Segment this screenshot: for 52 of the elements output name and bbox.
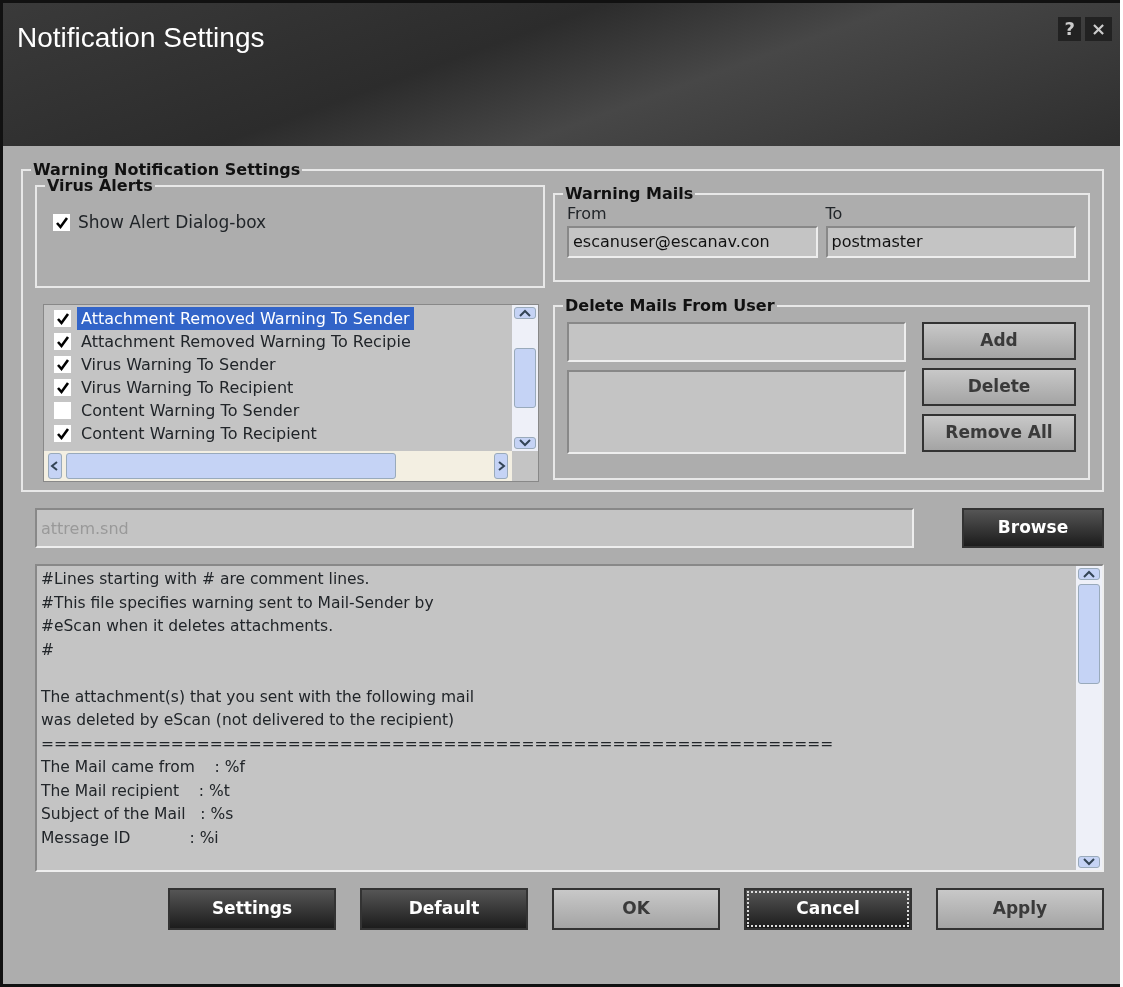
close-button[interactable]: × [1084,17,1112,41]
field-label: To [825,203,844,225]
checkbox[interactable] [54,402,71,419]
checkbox[interactable] [53,214,70,232]
button[interactable]: Default [360,888,528,930]
text-line: The attachment(s) that you sent with the following mail [41,686,476,708]
group-title: Delete Mails From User [564,298,776,314]
list-item[interactable]: Virus Warning To Sender [77,353,280,376]
checkbox[interactable] [54,310,71,327]
button[interactable]: Cancel [744,888,912,930]
user-list[interactable] [567,370,906,454]
text-line: ============================================================= [41,733,835,755]
scroll-down-icon[interactable] [514,437,536,449]
text-line: The Mail came from : %f [41,757,247,778]
list-item[interactable]: Attachment Removed Warning To Sender [77,307,414,330]
group-title: Virus Alerts [47,178,154,194]
from-field[interactable]: escanuser@escanav.con [567,226,818,258]
scroll-left-icon[interactable] [48,453,62,479]
text-line: #eScan when it deletes attachments. [41,616,335,637]
text-line: # [41,639,55,661]
text-line: Subject of the Mail : %s [41,804,235,825]
list-item[interactable]: Attachment Removed Warning To Recipie [77,330,415,353]
text-line: Message ID : %i [41,827,220,849]
text-line: was deleted by eScan (not delivered to the recipient) [41,710,456,731]
text-line: #This file specifies warning sent to Mail-Sender by [41,592,435,614]
scroll-thumb[interactable] [514,348,536,408]
group-title: Warning Notification Settings [32,162,302,178]
list-item[interactable]: Content Warning To Sender [77,399,304,422]
scroll-up-icon[interactable] [1078,568,1100,580]
scroll-up-icon[interactable] [514,307,536,319]
scroll-thumb[interactable] [1078,584,1100,684]
field-label: From [567,203,608,225]
checkbox[interactable] [54,333,71,350]
user-field[interactable] [567,322,906,362]
scroll-down-icon[interactable] [1078,856,1100,868]
checkbox[interactable] [54,356,71,373]
text-line: The Mail recipient : %t [41,780,231,802]
list-item[interactable]: Content Warning To Recipient [77,422,321,445]
list-item[interactable]: Virus Warning To Recipient [77,376,298,399]
checkbox-label: Show Alert Dialog-box [78,211,267,234]
scroll-right-icon[interactable] [494,453,508,479]
group-title: Warning Mails [564,186,695,202]
text-line: #Lines starting with # are comment lines. [41,569,371,590]
button[interactable]: Browse [962,508,1104,548]
help-button[interactable]: ? [1058,17,1081,41]
checkbox[interactable] [54,379,71,396]
window-title: Notification Settings [17,21,265,55]
message-editor[interactable] [35,564,1104,872]
to-field[interactable]: postmaster [825,226,1076,258]
scroll-thumb[interactable] [66,453,396,479]
button[interactable]: Settings [168,888,336,930]
checkbox[interactable] [54,425,71,442]
